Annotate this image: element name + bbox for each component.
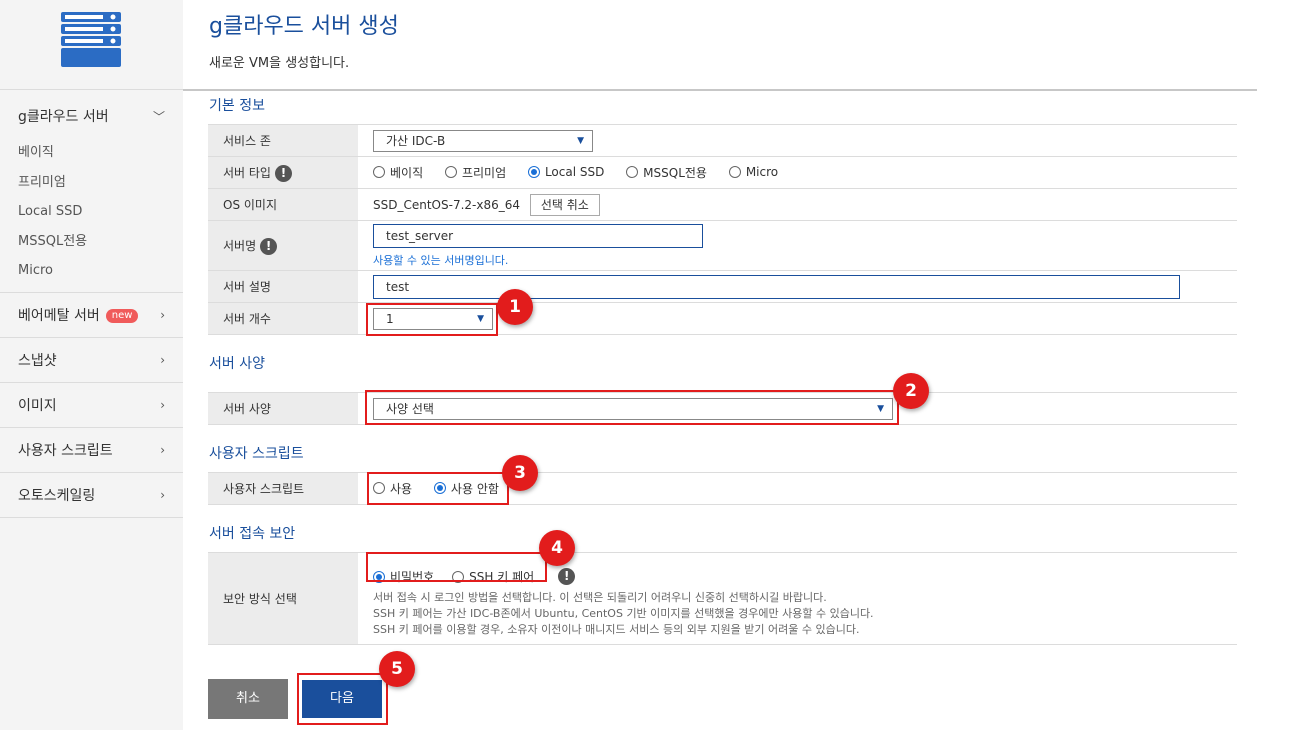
- nav-user-script[interactable]: 사용자 스크립트 ›: [0, 428, 183, 472]
- logo: [0, 0, 183, 90]
- row-server-desc: 서버 설명 test: [208, 270, 1237, 303]
- section-basic-title: 기본 정보: [209, 98, 265, 114]
- row-zone: 서비스 존 가산 IDC-B ▼: [208, 124, 1237, 157]
- server-desc-input[interactable]: test: [373, 274, 1180, 299]
- os-image-label: OS 이미지: [208, 188, 358, 221]
- sidebar: g클라우드 서버 ﹀ 베이직 프리미엄 Local SSD MSSQL전용 Mi…: [0, 0, 183, 730]
- nav-gcloud-server[interactable]: g클라우드 서버 ﹀: [0, 90, 183, 138]
- server-type-radios: 베이직 프리미엄 Local SSD MSSQL전용 Micro: [358, 156, 1237, 189]
- zone-label: 서비스 존: [208, 124, 358, 157]
- radio-type-micro[interactable]: Micro: [728, 165, 778, 179]
- sidebar-item-mssql[interactable]: MSSQL전용: [18, 227, 165, 257]
- server-desc-label: 서버 설명: [208, 270, 358, 303]
- chevron-right-icon: ›: [160, 352, 165, 367]
- new-badge: new: [105, 308, 139, 323]
- radio-type-basic[interactable]: 베이직: [373, 164, 423, 181]
- exclamation-icon[interactable]: !: [274, 164, 292, 182]
- exclamation-icon[interactable]: !: [260, 237, 278, 255]
- annotation-marker-5: 5: [379, 651, 415, 687]
- chevron-down-icon: ▼: [577, 135, 584, 146]
- server-count-select[interactable]: 1 ▼: [373, 307, 493, 330]
- nav-baremetal-server[interactable]: 베어메탈 서버 new ›: [0, 293, 183, 337]
- nav-group-snapshot: 스냅샷 ›: [0, 338, 183, 383]
- chevron-right-icon: ›: [160, 307, 165, 322]
- sidebar-item-micro[interactable]: Micro: [18, 256, 165, 286]
- nav-group-user-script: 사용자 스크립트 ›: [0, 428, 183, 473]
- nav-group-baremetal: 베어메탈 서버 new ›: [0, 293, 183, 338]
- user-script-label: 사용자 스크립트: [208, 472, 358, 505]
- row-server-name: 서버명! test_server 사용할 수 있는 서버명입니다.: [208, 220, 1237, 271]
- nav-group-gcloud: g클라우드 서버 ﹀ 베이직 프리미엄 Local SSD MSSQL전용 Mi…: [0, 90, 183, 293]
- basic-info-table: 서비스 존 가산 IDC-B ▼ 서버 타입! 베이직 프리미엄 Local S…: [208, 124, 1237, 335]
- row-user-script: 사용자 스크립트 사용 사용 안함: [208, 472, 1237, 505]
- security-note-1: 서버 접속 시 로그인 방법을 선택합니다. 이 선택은 되돌리기 어려우니 신…: [373, 590, 827, 604]
- radio-auth-password[interactable]: 비밀번호: [373, 568, 434, 585]
- chevron-right-icon: ›: [160, 487, 165, 502]
- os-cancel-button[interactable]: 선택 취소: [529, 193, 600, 216]
- cancel-button[interactable]: 취소: [208, 679, 288, 719]
- nav-group-image: 이미지 ›: [0, 383, 183, 428]
- annotation-marker-1: 1: [497, 289, 533, 325]
- row-os-image: OS 이미지 SSD_CentOS-7.2-x86_64 선택 취소: [208, 188, 1237, 221]
- header-divider: [183, 89, 1257, 91]
- chevron-down-icon: ▼: [877, 403, 884, 414]
- nav-group-autoscaling: 오토스케일링 ›: [0, 473, 183, 518]
- section-security-title: 서버 접속 보안: [209, 526, 296, 542]
- server-type-label: 서버 타입: [223, 165, 271, 180]
- sidebar-item-local-ssd[interactable]: Local SSD: [18, 197, 165, 227]
- server-name-hint: 사용할 수 있는 서버명입니다.: [373, 253, 509, 267]
- annotation-marker-3: 3: [502, 455, 538, 491]
- server-name-label: 서버명: [223, 238, 257, 253]
- annotation-marker-2: 2: [893, 373, 929, 409]
- nav-autoscaling[interactable]: 오토스케일링 ›: [0, 473, 183, 517]
- row-server-count: 서버 개수 1 ▼: [208, 302, 1237, 335]
- chevron-down-icon: ▼: [477, 313, 484, 324]
- radio-type-premium[interactable]: 프리미엄: [444, 164, 506, 181]
- row-server-type: 서버 타입! 베이직 프리미엄 Local SSD MSSQL전용 Micro: [208, 156, 1237, 189]
- security-note-2: SSH 키 페어는 가산 IDC-B존에서 Ubuntu, CentOS 기반 …: [373, 606, 874, 620]
- nav-gcloud-sub: 베이직 프리미엄 Local SSD MSSQL전용 Micro: [0, 138, 183, 292]
- next-button[interactable]: 다음: [302, 680, 382, 718]
- exclamation-icon[interactable]: !: [558, 568, 576, 585]
- page-subtitle: 새로운 VM을 생성합니다.: [209, 56, 350, 71]
- radio-auth-ssh-key[interactable]: SSH 키 페어: [452, 568, 534, 585]
- zone-select[interactable]: 가산 IDC-B ▼: [373, 129, 593, 152]
- os-image-value: SSD_CentOS-7.2-x86_64: [373, 197, 520, 212]
- server-count-label: 서버 개수: [208, 302, 358, 335]
- spec-label: 서버 사양: [208, 392, 358, 425]
- server-name-input[interactable]: test_server: [373, 223, 703, 248]
- section-script-title: 사용자 스크립트: [209, 446, 304, 462]
- security-table: 보안 방식 선택 비밀번호 SSH 키 페어 ! 서버 접속 시 로그인 방법을…: [208, 552, 1237, 645]
- sidebar-item-premium[interactable]: 프리미엄: [18, 168, 165, 198]
- radio-script-not-use[interactable]: 사용 안함: [433, 480, 499, 497]
- security-note-3: SSH 키 페어를 이용할 경우, 소유자 이전이나 매니지드 서비스 등의 외…: [373, 622, 860, 636]
- row-security: 보안 방식 선택 비밀번호 SSH 키 페어 ! 서버 접속 시 로그인 방법을…: [208, 552, 1237, 645]
- section-spec-title: 서버 사양: [209, 356, 265, 372]
- sidebar-item-basic[interactable]: 베이직: [18, 138, 165, 168]
- radio-type-mssql[interactable]: MSSQL전용: [626, 164, 707, 181]
- annotation-marker-4: 4: [539, 530, 575, 566]
- security-label: 보안 방식 선택: [208, 552, 358, 645]
- radio-type-local-ssd[interactable]: Local SSD: [527, 165, 604, 179]
- server-stack-icon: [61, 12, 121, 67]
- chevron-right-icon: ›: [160, 442, 165, 457]
- spec-select[interactable]: 사양 선택 ▼: [373, 397, 893, 420]
- chevron-right-icon: ›: [160, 397, 165, 412]
- chevron-down-icon: ﹀: [152, 109, 165, 124]
- script-table: 사용자 스크립트 사용 사용 안함: [208, 472, 1237, 505]
- row-spec: 서버 사양 사양 선택 ▼: [208, 392, 1237, 425]
- nav-image[interactable]: 이미지 ›: [0, 383, 183, 427]
- radio-script-use[interactable]: 사용: [373, 480, 412, 497]
- spec-table: 서버 사양 사양 선택 ▼: [208, 392, 1237, 425]
- page-title: g클라우드 서버 생성: [209, 14, 399, 39]
- nav-snapshot[interactable]: 스냅샷 ›: [0, 338, 183, 382]
